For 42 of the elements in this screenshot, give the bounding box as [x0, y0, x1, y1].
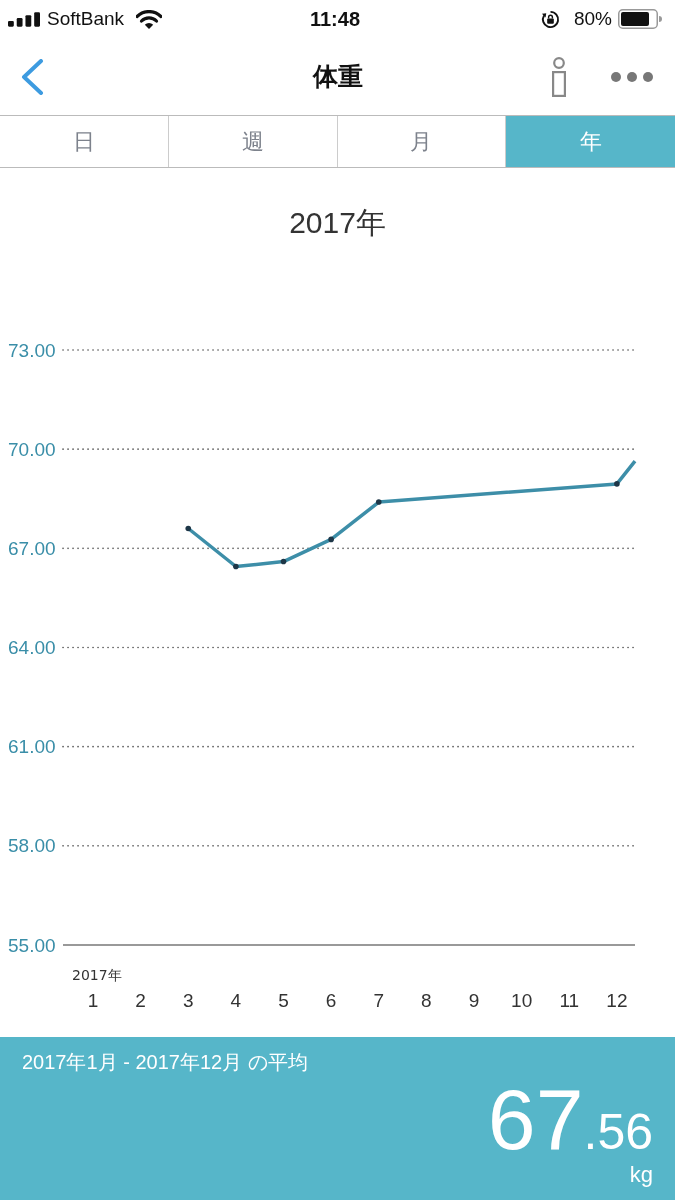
signal-icon [8, 11, 40, 27]
x-axis-label: 9 [468, 989, 480, 1011]
x-axis-label: 3 [182, 989, 194, 1011]
info-icon[interactable] [551, 56, 567, 97]
battery-percent: 80% [573, 8, 612, 30]
y-axis-label: 64.00 [8, 637, 56, 658]
y-axis-label: 67.00 [8, 537, 56, 559]
x-axis-label: 6 [325, 989, 337, 1011]
wifi-icon [136, 9, 163, 29]
rotation-lock-icon [540, 9, 560, 29]
x-axis-label: 10 [511, 989, 533, 1011]
status-time: 11:48 [309, 7, 361, 31]
y-axis-label: 61.00 [8, 736, 56, 758]
x-axis-label: 8 [421, 989, 432, 1011]
x-axis-label: 7 [373, 989, 385, 1011]
unit-label: kg [629, 1162, 653, 1188]
x-axis-label: 2 [135, 989, 146, 1011]
x-axis-label: 12 [606, 989, 628, 1011]
y-axis-label: 73.00 [8, 339, 56, 361]
data-point [328, 536, 334, 543]
data-point [185, 525, 192, 532]
carrier-name: SoftBank [47, 8, 125, 30]
x-axis-label: 11 [559, 989, 580, 1011]
chart-title: 2017年 [289, 205, 386, 241]
x-axis-label: 1 [87, 989, 99, 1011]
battery-icon [618, 9, 662, 29]
back-icon[interactable] [20, 58, 44, 95]
y-axis-label: 55.00 [8, 934, 56, 956]
data-point [233, 563, 239, 570]
average-value: 67.56 [487, 1076, 653, 1162]
page-title: 体重 [312, 61, 363, 92]
x-axis-label: 4 [230, 989, 242, 1011]
y-axis-label: 58.00 [8, 835, 56, 857]
more-icon[interactable] [611, 71, 653, 82]
tab[interactable]: 年 [506, 116, 675, 167]
data-point [375, 499, 382, 505]
y-axis-label: 70.00 [8, 438, 56, 460]
x-axis-year-label: 2017年 [72, 967, 122, 983]
data-point [614, 481, 620, 487]
data-point [280, 558, 287, 565]
period-label: 2017年1月 - 2017年12月 の平均 [22, 1050, 308, 1075]
x-axis-label: 5 [278, 989, 289, 1011]
